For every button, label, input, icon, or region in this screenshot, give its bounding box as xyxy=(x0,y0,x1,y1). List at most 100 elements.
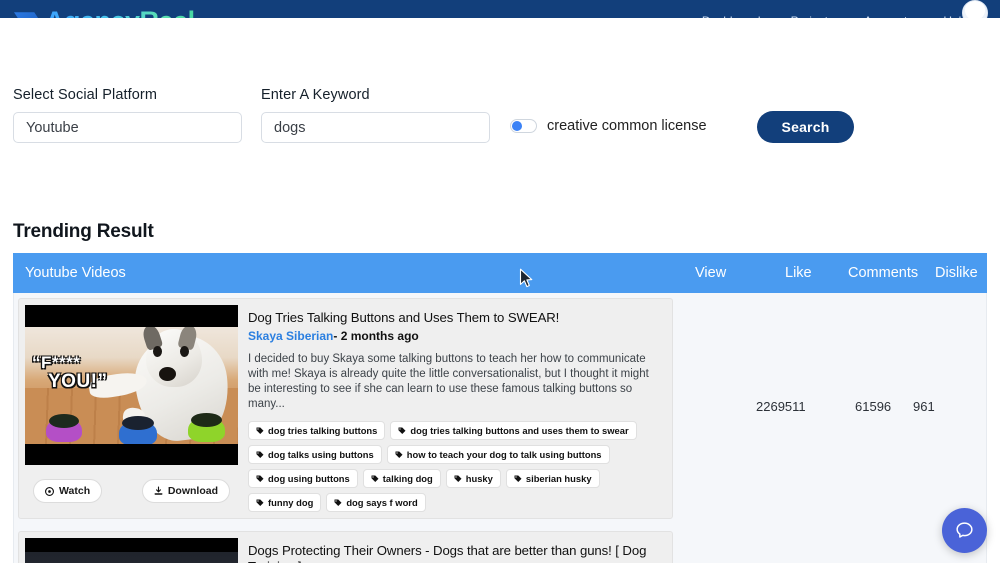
thumbnail-talking-button-blue xyxy=(119,420,157,444)
download-icon xyxy=(154,486,163,496)
tag-icon xyxy=(398,427,406,435)
thumbnail-overlay-line2: YOU!” xyxy=(32,372,108,391)
tag-label: dog tries talking buttons xyxy=(268,425,377,436)
watch-button-label: Watch xyxy=(59,485,90,497)
platform-select[interactable]: Youtube xyxy=(13,112,242,143)
thumbnail-overlay-line1: “F**** xyxy=(32,353,80,372)
tag-chip[interactable]: dog tries talking buttons xyxy=(248,421,385,440)
nav-link-projects[interactable]: Projects xyxy=(791,14,834,18)
video-stats: 2269511 61596 961 2986 xyxy=(673,293,986,519)
license-toggle-group[interactable]: creative common license xyxy=(510,118,707,134)
tag-icon xyxy=(514,475,522,483)
tag-label: talking dog xyxy=(383,473,433,484)
tag-label: how to teach your dog to talk using butt… xyxy=(407,449,602,460)
video-byline: Skaya Siberian- 2 months ago xyxy=(248,329,660,343)
video-title[interactable]: Dog Tries Talking Buttons and Uses Them … xyxy=(248,310,660,326)
column-header-like[interactable]: Like xyxy=(785,265,812,281)
creative-commons-toggle[interactable] xyxy=(510,119,537,133)
table-row: Dogs Protecting Their Owners - Dogs that… xyxy=(14,526,986,563)
thumbnail-image: “F**** YOU!” xyxy=(25,327,238,444)
nav-link-accounts[interactable]: Accounts xyxy=(864,14,913,18)
tag-chip[interactable]: dog says f word xyxy=(326,493,425,512)
thumbnail-column: “F**** YOU!” Watch xyxy=(25,305,238,512)
column-header-videos: Youtube Videos xyxy=(13,265,126,281)
thumbnail-talking-button-green xyxy=(188,417,225,442)
watch-button[interactable]: Watch xyxy=(33,479,102,503)
thumbnail-overlay-text: “F**** YOU!” xyxy=(32,353,108,391)
toggle-knob xyxy=(512,121,522,131)
column-header-dislike[interactable]: Dislike xyxy=(935,265,978,281)
platform-label: Select Social Platform xyxy=(13,87,157,103)
tag-chip[interactable]: dog talks using buttons xyxy=(248,445,382,464)
page-title: Trending Result xyxy=(13,221,154,243)
published-date: - 2 months ago xyxy=(333,329,418,343)
nav-links: Dashboard Projects Accounts Help xyxy=(702,14,968,18)
tag-icon xyxy=(256,475,264,483)
license-toggle-label: creative common license xyxy=(547,118,707,134)
search-button[interactable]: Search xyxy=(757,111,854,143)
brand-mark-icon xyxy=(14,10,40,18)
tag-icon xyxy=(395,451,403,459)
tag-label: funny dog xyxy=(268,497,313,508)
video-stats xyxy=(673,526,986,563)
tag-label: siberian husky xyxy=(526,473,592,484)
thumbnail-talking-button-purple xyxy=(46,418,82,442)
brand-logo[interactable]: AgencyReel xyxy=(14,6,195,19)
stat-like: 61596 xyxy=(855,399,891,414)
tag-icon xyxy=(334,499,342,507)
download-button-label: Download xyxy=(168,485,218,497)
video-thumbnail[interactable]: “F**** YOU!” xyxy=(25,305,238,465)
app-page: AgencyReel Dashboard Projects Accounts H… xyxy=(0,0,1000,563)
download-button[interactable]: Download xyxy=(142,479,230,503)
tag-label: dog using buttons xyxy=(268,473,350,484)
tag-icon xyxy=(454,475,462,483)
chat-bubble-icon xyxy=(954,520,975,541)
tag-chip[interactable]: husky xyxy=(446,469,501,488)
keyword-label: Enter A Keyword xyxy=(261,87,370,103)
tag-chip[interactable]: talking dog xyxy=(363,469,441,488)
stat-view: 2269511 xyxy=(756,399,806,414)
video-card: “F**** YOU!” Watch xyxy=(18,298,673,519)
brand-name: AgencyReel xyxy=(45,6,195,19)
tag-icon xyxy=(256,499,264,507)
video-thumbnail[interactable] xyxy=(25,538,238,563)
tag-label: dog says f word xyxy=(346,497,417,508)
results-table-header: Youtube Videos View Like Comments Dislik… xyxy=(13,253,987,293)
platform-select-value: Youtube xyxy=(26,120,79,136)
tag-icon xyxy=(371,475,379,483)
channel-name[interactable]: Skaya Siberian xyxy=(248,329,333,343)
tag-chip[interactable]: siberian husky xyxy=(506,469,600,488)
tag-chip[interactable]: funny dog xyxy=(248,493,321,512)
thumbnail-dog-eye-left xyxy=(153,346,162,357)
tag-chip[interactable]: dog tries talking buttons and uses them … xyxy=(390,421,636,440)
tag-chip[interactable]: dog using buttons xyxy=(248,469,358,488)
column-header-view[interactable]: View xyxy=(695,265,726,281)
play-circle-icon xyxy=(45,487,54,496)
thumbnail-column xyxy=(25,538,238,563)
video-description: I decided to buy Skaya some talking butt… xyxy=(248,352,660,412)
nav-link-dashboard[interactable]: Dashboard xyxy=(702,14,761,18)
top-navbar: AgencyReel Dashboard Projects Accounts H… xyxy=(0,0,1000,18)
tag-label: husky xyxy=(466,473,493,484)
column-header-comments[interactable]: Comments xyxy=(848,265,918,281)
tag-chip[interactable]: how to teach your dog to talk using butt… xyxy=(387,445,610,464)
video-card: Dogs Protecting Their Owners - Dogs that… xyxy=(18,531,673,563)
table-row: “F**** YOU!” Watch xyxy=(14,293,986,519)
results-table-body[interactable]: “F**** YOU!” Watch xyxy=(13,293,987,563)
thumbnail-image xyxy=(25,552,238,563)
video-tags: dog tries talking buttons dog tries talk… xyxy=(248,421,660,512)
video-title[interactable]: Dogs Protecting Their Owners - Dogs that… xyxy=(248,543,660,563)
thumbnail-dog-nose xyxy=(159,367,176,381)
user-avatar-icon[interactable] xyxy=(962,0,988,18)
tag-icon xyxy=(256,451,264,459)
video-meta: Dog Tries Talking Buttons and Uses Them … xyxy=(238,305,666,512)
video-meta: Dogs Protecting Their Owners - Dogs that… xyxy=(238,538,666,563)
tag-label: dog talks using buttons xyxy=(268,449,374,460)
keyword-input[interactable]: dogs xyxy=(261,112,490,143)
keyword-input-value: dogs xyxy=(274,120,305,136)
thumbnail-actions: Watch Download xyxy=(25,465,238,503)
stat-comments: 961 xyxy=(913,399,935,414)
chat-widget-button[interactable] xyxy=(942,508,987,553)
tag-icon xyxy=(256,427,264,435)
tag-label: dog tries talking buttons and uses them … xyxy=(410,425,628,436)
